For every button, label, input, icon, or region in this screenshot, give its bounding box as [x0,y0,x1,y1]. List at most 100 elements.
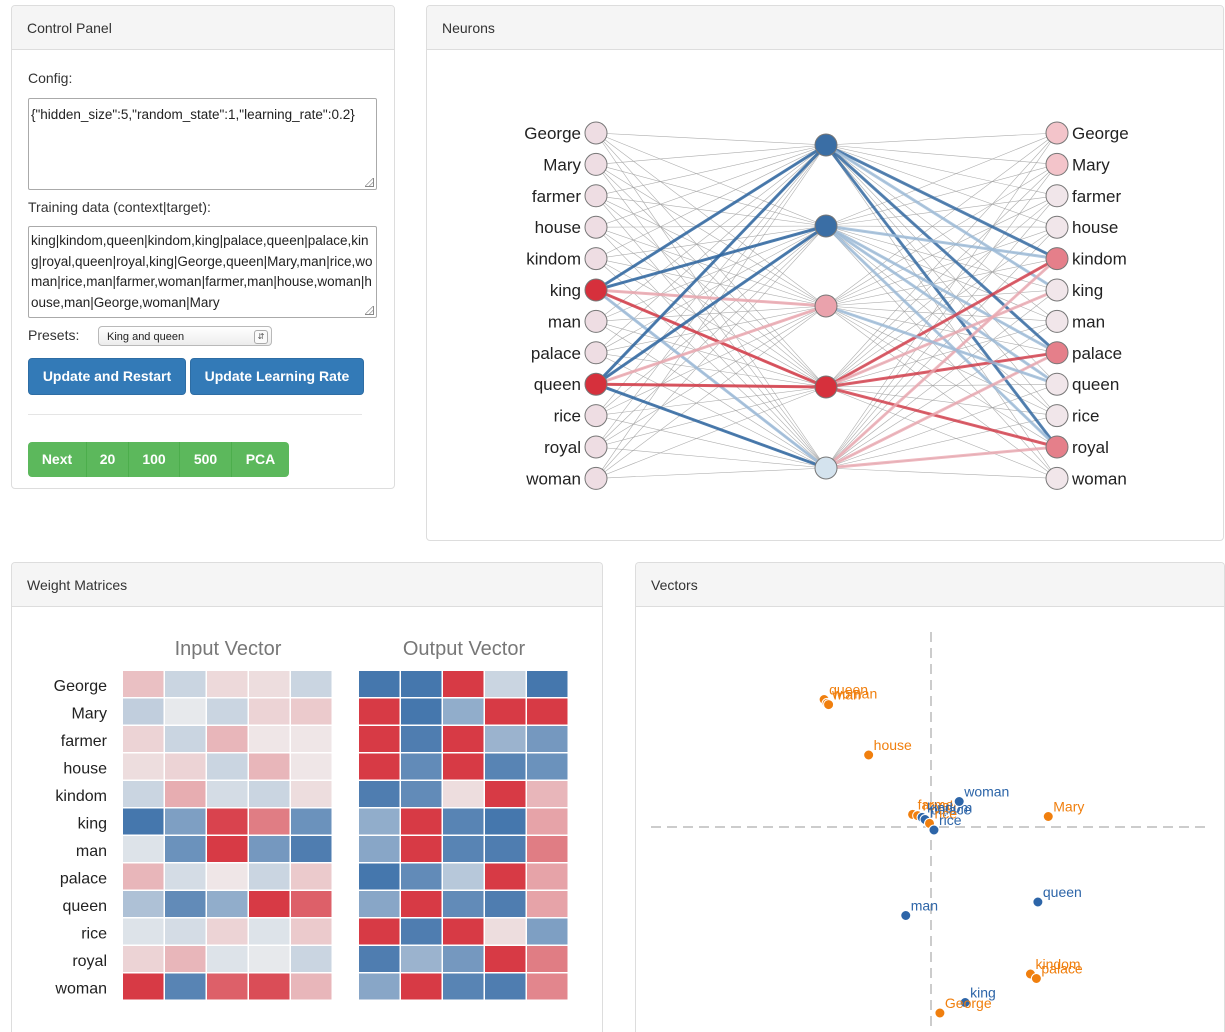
output-weight-cell [443,698,484,725]
next-button[interactable]: Next [28,442,87,477]
presets-selected-value: King and queen [107,331,185,343]
input-weight-cell [249,753,290,780]
input-vector-point [1042,811,1054,822]
input-weight-cell [249,808,290,835]
output-neuron [1045,341,1069,365]
input-word-label: queen [534,375,581,394]
input-neuron [584,341,608,365]
hidden-output-link [825,144,1058,228]
input-weight-cell [207,698,248,725]
output-weight-cell [485,753,526,780]
input-hidden-link [595,144,827,448]
input-weight-cell [123,726,164,752]
presets-select[interactable]: King and queen ⇵ [98,326,272,346]
input-word-label: palace [531,344,581,363]
strong-input-link [595,382,827,389]
hidden-output-link [825,225,1058,479]
input-weight-cell [207,671,248,697]
neural-network-diagram: George George Mary Mary farmer farmer house hou… [524,121,1129,490]
output-weight-cell [485,891,526,917]
input-weight-cell [165,891,206,917]
output-weight-cell [485,973,526,1000]
input-weight-cell [291,671,332,697]
output-weight-cell [527,726,568,752]
input-weight-cell [207,781,248,807]
output-weight-cell [485,808,526,835]
output-neuron [1045,215,1069,239]
step-100-button[interactable]: 100 [129,442,180,477]
step-500-button[interactable]: 500 [180,442,232,477]
input-weight-cell [291,891,332,917]
input-weight-cell [123,946,164,972]
update-and-restart-button[interactable]: Update and Restart [28,358,186,395]
output-weight-cell [401,726,442,752]
training-data-value: king|kindom,queen|kindom,king|palace,que… [31,233,373,310]
resize-handle-icon[interactable] [365,306,374,315]
weight-row-label: royal [72,953,107,970]
input-weight-cell [249,698,290,725]
output-weight-cell [443,836,484,862]
input-neuron [584,466,608,490]
input-vector-label: George [945,995,992,1011]
input-neuron [584,152,608,176]
control-panel-title: Control Panel [12,6,394,50]
input-weight-cell [165,863,206,890]
weight-row-label: kindom [55,788,107,805]
input-hidden-link [595,258,827,388]
output-word-label: George [1072,124,1129,143]
input-weight-cell [291,863,332,890]
config-textarea[interactable]: {"hidden_size":5,"random_state":1,"learn… [28,98,377,190]
hidden-output-link [825,144,1058,385]
output-word-label: kindom [1072,250,1127,269]
step-button-group: Next 20 100 500 PCA [28,442,289,477]
output-weight-cell [401,781,442,807]
output-weight-cell [443,808,484,835]
config-label: Config: [28,70,73,86]
output-weight-cell [527,918,568,945]
weight-matrices-heatmap: Input Vector Output Vector George Mary far… [54,638,568,1000]
select-arrows-icon: ⇵ [254,330,268,344]
resize-handle-icon[interactable] [365,178,374,187]
input-neuron [584,435,608,459]
input-vector-point [934,1007,946,1019]
output-weight-cell [401,918,442,945]
update-learning-rate-button[interactable]: Update Learning Rate [190,358,364,395]
input-hidden-link [595,144,827,228]
input-weight-cell [207,973,248,1000]
output-weight-cell [401,671,442,697]
training-data-textarea[interactable]: king|kindom,queen|kindom,king|palace,que… [28,226,377,318]
output-vector-label: queen [1043,884,1082,900]
output-vector-point [928,824,940,836]
output-weight-cell [359,836,400,862]
output-weight-cell [401,891,442,917]
input-neuron [584,404,608,428]
input-vector-label: palace [1041,961,1082,977]
input-weight-cell [291,918,332,945]
presets-label: Presets: [28,327,80,343]
weight-row-label: George [54,678,107,695]
input-neuron [584,278,608,302]
output-weight-cell [485,698,526,725]
input-vector-point [823,699,835,711]
input-weight-cell [249,973,290,1000]
output-weight-cell [359,808,400,835]
output-weight-cell [485,863,526,890]
input-weight-cell [165,698,206,725]
output-word-label: house [1072,218,1118,237]
input-hidden-link [595,225,827,259]
input-hidden-link [595,144,827,259]
hidden-neuron [814,375,838,399]
weight-row-label: king [78,815,107,832]
output-neuron [1045,404,1069,428]
output-weight-cell [359,753,400,780]
input-word-label: kindom [526,250,581,269]
input-weight-cell [249,836,290,862]
pca-button[interactable]: PCA [232,442,289,477]
input-vector-label: house [874,737,912,753]
input-weight-cell [291,726,332,752]
step-20-button[interactable]: 20 [87,442,129,477]
input-neuron [584,184,608,208]
input-weight-cell [291,836,332,862]
output-weight-cell [359,973,400,1000]
output-weight-cell [359,891,400,917]
